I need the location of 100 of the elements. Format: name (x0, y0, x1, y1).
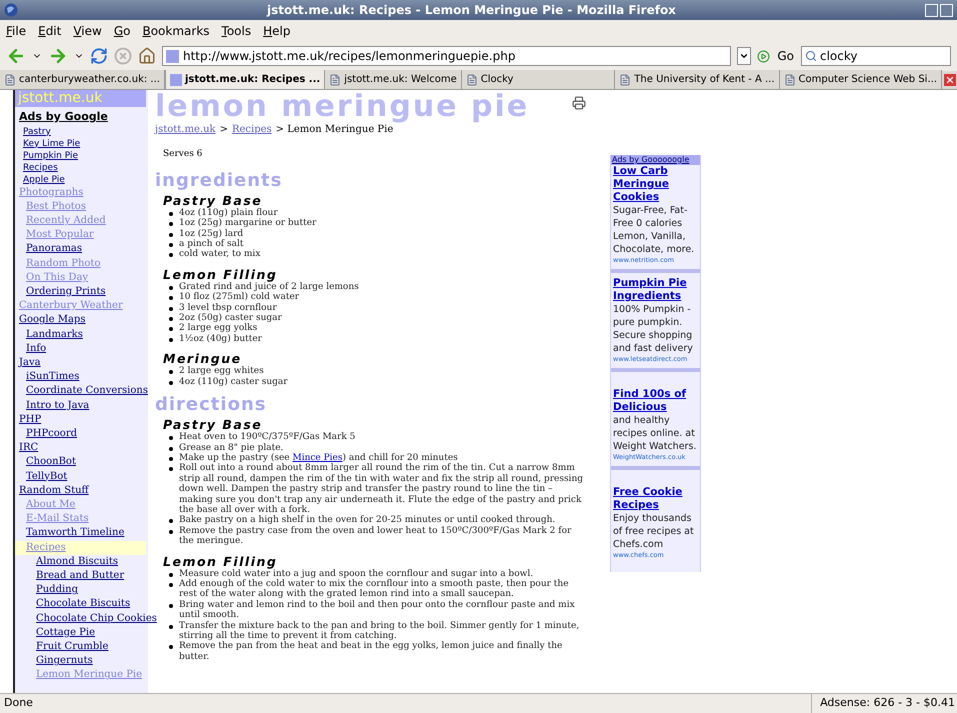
menu-item[interactable]: View (73, 22, 102, 40)
nav-link[interactable]: Google Maps (19, 314, 86, 326)
search-icon (805, 50, 817, 62)
ad-link[interactable]: Recipes (23, 162, 58, 172)
close-tab-icon[interactable] (944, 74, 956, 86)
adsense-status: Adsense: 626 - 3 - $0.41 (811, 694, 957, 713)
nav-link[interactable]: TellyBot (26, 470, 68, 482)
bullet-icon (169, 645, 173, 650)
group-heading: Pastry Base (162, 418, 262, 432)
group-heading: Lemon Filling (162, 554, 278, 569)
group-heading: Pastry Base (162, 194, 264, 208)
menu-item[interactable]: Help (263, 22, 290, 40)
dropdown-button[interactable] (737, 47, 752, 65)
printer-icon[interactable] (572, 96, 586, 110)
ad-title[interactable]: Free Cookie Recipes (613, 486, 698, 512)
browser-tab[interactable]: The University of Kent - A ... (615, 70, 780, 89)
menu-item[interactable]: Edit (38, 22, 62, 40)
serves-text: Serves 6 (162, 149, 204, 160)
bullet-icon (169, 212, 173, 216)
ad-link[interactable]: Key Lime Pie (23, 138, 80, 148)
nav-link[interactable]: Landmarks (26, 328, 83, 340)
ad-text: and healthy recipes online. at Weight Watchers. (613, 414, 698, 453)
group-heading: Meringue (162, 352, 242, 366)
nav-link[interactable]: Info (26, 342, 46, 354)
breadcrumb-link[interactable]: Recipes (232, 125, 272, 136)
ad-text: Sugar-Free, Fat-Free 0 calories Lemon, Vanilla, Chocolate, more. (613, 204, 696, 256)
bullet-icon (169, 467, 173, 472)
browser-tab[interactable]: canterburyweather.co.uk: ... (0, 70, 165, 89)
search-field[interactable]: clocky (801, 46, 951, 66)
nav-link[interactable]: iSunTimes (26, 371, 80, 382)
nav-link[interactable]: Ordering Prints (26, 286, 106, 297)
menu-item[interactable]: Bookmarks (142, 22, 210, 40)
list-item: 2 large egg whites (179, 366, 588, 377)
nav-link[interactable]: Chocolate Chip Cookies (36, 612, 157, 624)
nav-link[interactable]: Panoramas (26, 243, 82, 254)
nav-link[interactable]: Random Stuff (19, 484, 89, 496)
caret-icon (739, 51, 750, 61)
nav-link[interactable]: Chocolate Biscuits (36, 598, 130, 610)
nav-link[interactable]: Almond Biscuits (36, 556, 118, 567)
ad-link[interactable]: Pumpkin Pie (23, 150, 78, 160)
ad-link[interactable]: Apple Pie (23, 174, 65, 184)
list-item: Transfer the mixture back to the pan and bring to the boil. Simmer gently for 1 minute, stirring all the time to prevent it from catching. (179, 620, 588, 642)
bullet-icon (169, 253, 173, 258)
menu-item[interactable]: Go (114, 22, 130, 40)
bullet-icon (169, 306, 173, 311)
status-text: Done (3, 695, 33, 712)
forward-icon[interactable] (48, 46, 68, 66)
url-field[interactable]: http://www.jstott.me.uk/recipes/lemonmeringuepie.php (162, 46, 732, 66)
ad-title[interactable]: Pumpkin Pie Ingredients (613, 277, 698, 303)
list-item: cold water, to mix (179, 249, 588, 260)
nav-link[interactable]: Cottage Pie (36, 626, 96, 638)
bullet-icon (169, 286, 173, 290)
minimize-button[interactable] (925, 4, 938, 16)
bullet-icon (169, 519, 173, 524)
nav-link[interactable]: Intro to Java (26, 400, 90, 411)
reload-icon[interactable] (90, 47, 108, 65)
list-item: Roll out into a round about 8mm larger all round the rim of the tin. Cut a narrow 8mm strip all round, dampen the rim of the tin with water and fix the strip all round, pressing down well. Dampen the pastry strip and transfer the pastry round to line the tin – making sure you don't trap any air underneath it. Flute the edge of the pastry and prick the base all over with a fork. (179, 463, 588, 516)
back-icon[interactable] (6, 46, 26, 66)
home-icon[interactable] (138, 47, 156, 65)
bullet-icon (169, 296, 173, 300)
nav-link[interactable]: Gingernuts (36, 655, 93, 666)
page-title: lemon meringue pie (155, 90, 530, 124)
list-item: Bake pastry on a high shelf in the oven for 20-25 minutes or until cooked through. (179, 515, 588, 526)
list-item: 4oz (110g) plain flour (179, 208, 588, 218)
nav-link[interactable]: IRC (19, 442, 38, 454)
bullet-icon (169, 327, 173, 332)
globe-icon (4, 3, 18, 17)
window-title: jstott.me.uk: Recipes - Lemon Meringue Pie - Mozilla Firefox (267, 2, 676, 19)
ad-link[interactable]: Pastry (23, 126, 51, 136)
ad-title[interactable]: Find 100s of Delicious (613, 388, 698, 414)
menu-item[interactable]: File (6, 22, 26, 40)
menu-item[interactable]: Tools (222, 22, 252, 40)
browser-tab[interactable]: jstott.me.uk: Welcome (325, 70, 462, 89)
recipe-link[interactable]: Mince Pies (292, 452, 342, 463)
list-item: Grated rind and juice of 2 large lemons (179, 282, 588, 292)
ad-title[interactable]: Low Carb Meringue Cookies (613, 165, 698, 204)
ad-text: Enjoy thousands of free recipes at Chefs.com (613, 512, 695, 551)
maximize-button[interactable] (940, 4, 953, 16)
nav-link[interactable]: Tamworth Timeline (26, 527, 124, 538)
bullet-icon (169, 338, 173, 342)
nav-link[interactable]: Java (19, 356, 41, 368)
browser-tab[interactable]: jstott.me.uk: Recipes ... (164, 70, 326, 89)
go-button[interactable]: Go (776, 47, 795, 65)
nav-link[interactable]: Pudding (36, 584, 78, 596)
list-item: Remove the pan from the heat and beat in the egg yolks, lemon juice and finally the butter. (179, 641, 588, 662)
browser-tab[interactable]: Clocky (462, 70, 616, 89)
nav-link[interactable]: PHPcoord (26, 428, 78, 439)
page-icon (619, 74, 632, 86)
nav-link[interactable]: Bread and Butter (36, 570, 124, 581)
page-icon (784, 74, 796, 86)
nav-link[interactable]: Fruit Crumble (36, 641, 108, 652)
nav-link[interactable]: ChoonBot (26, 456, 76, 468)
go-icon[interactable] (757, 50, 770, 62)
breadcrumb-link[interactable]: jstott.me.uk (155, 125, 216, 136)
browser-tab[interactable]: Computer Science Web Si... (780, 70, 942, 89)
nav-link[interactable]: PHP (19, 414, 42, 425)
search-text: clocky (820, 48, 858, 65)
list-item: 4oz (110g) caster sugar (179, 376, 588, 388)
bullet-icon (169, 380, 173, 385)
nav-link[interactable]: Coordinate Conversions (26, 385, 148, 396)
